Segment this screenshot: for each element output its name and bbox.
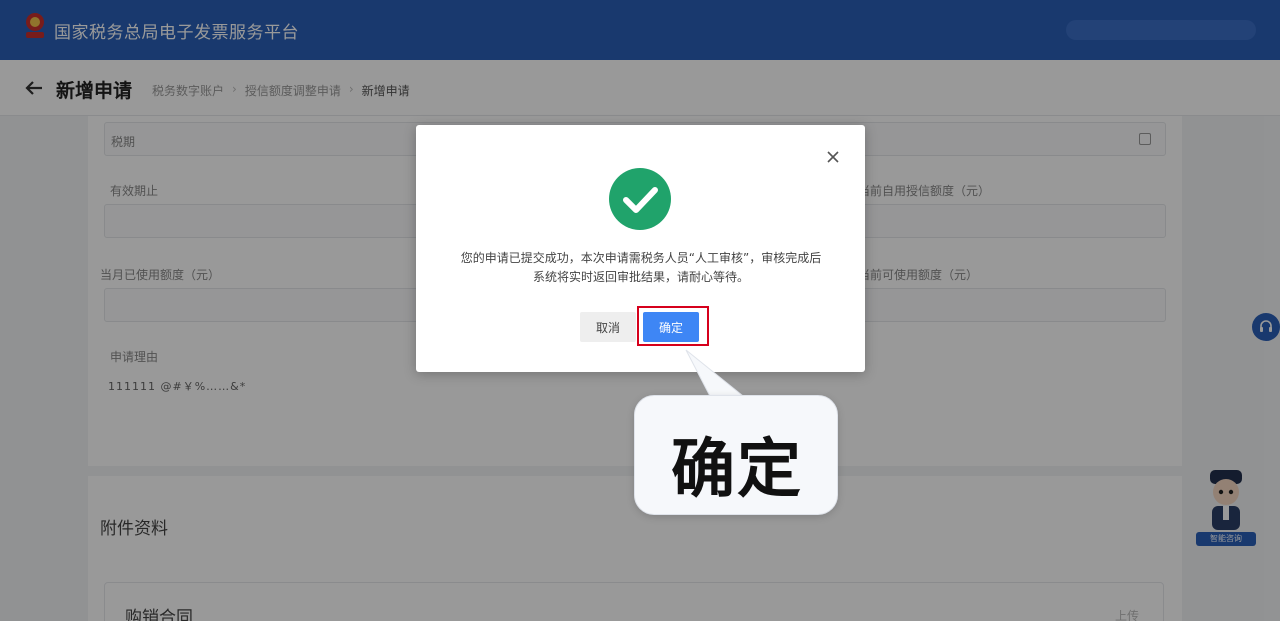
close-icon[interactable]	[827, 151, 839, 163]
success-check-icon	[609, 168, 671, 230]
dialog-message: 您的申请已提交成功，本次申请需税务人员“人工审核”，审核完成后系统将实时返回审批…	[460, 251, 822, 284]
success-dialog: 您的申请已提交成功，本次申请需税务人员“人工审核”，审核完成后系统将实时返回审批…	[416, 125, 865, 372]
cancel-button[interactable]: 取消	[580, 312, 636, 342]
callout-text: 确定	[671, 433, 803, 507]
callout-bubble: 确定	[634, 395, 838, 515]
confirm-button[interactable]: 确定	[643, 312, 699, 342]
